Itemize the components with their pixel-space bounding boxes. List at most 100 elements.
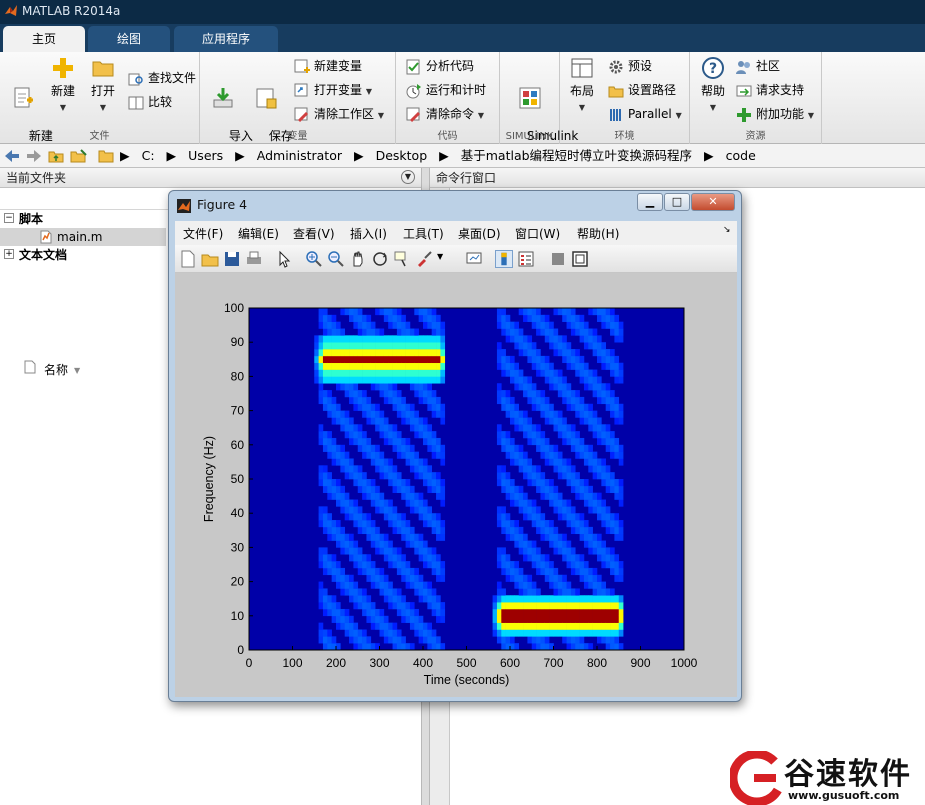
breadcrumb-item[interactable]: Users <box>188 148 223 163</box>
open-file-icon[interactable] <box>201 250 219 268</box>
heatmap-cell <box>349 342 354 350</box>
pan-hand-icon[interactable] <box>349 250 367 268</box>
heatmap-cell <box>597 437 602 446</box>
set-path-button[interactable]: 设置路径 <box>608 80 676 100</box>
save-icon[interactable] <box>223 250 241 268</box>
expand-icon[interactable]: + <box>4 249 14 259</box>
menu-help[interactable]: 帮助(H) <box>577 225 619 242</box>
close-button[interactable]: ✕ <box>691 193 735 211</box>
legend-icon[interactable] <box>517 250 535 268</box>
heatmap-cell <box>318 396 324 405</box>
pointer-icon[interactable] <box>275 250 293 268</box>
menu-window[interactable]: 窗口(W) <box>515 225 560 242</box>
menu-file[interactable]: 文件(F) <box>183 225 223 242</box>
tab-apps[interactable]: 应用程序 <box>174 26 278 52</box>
maximize-button[interactable]: □ <box>664 193 690 211</box>
zoom-out-icon[interactable] <box>327 250 345 268</box>
forward-arrow-icon[interactable] <box>26 149 42 163</box>
heatmap-cell <box>597 355 602 364</box>
heatmap-cell <box>349 335 354 343</box>
preferences-button[interactable]: 预设 <box>608 56 652 76</box>
heatmap-cell <box>505 526 511 535</box>
heatmap-cell <box>362 608 367 617</box>
community-button[interactable]: 社区 <box>736 56 780 76</box>
heatmap-cell <box>388 369 393 377</box>
add-ons-button[interactable]: 附加功能 ▼ <box>736 104 814 124</box>
heatmap-cell <box>562 355 567 364</box>
hide-plot-tools-icon[interactable] <box>549 250 567 268</box>
breadcrumb-item[interactable]: C: <box>142 148 155 163</box>
colorbar-icon[interactable] <box>495 250 513 268</box>
open-variable-button[interactable]: 打开变量 ▼ <box>294 80 372 100</box>
heatmap-cell <box>496 390 502 398</box>
heatmap-cell <box>496 396 502 405</box>
link-plot-icon[interactable] <box>465 250 483 268</box>
heatmap-cell <box>436 615 441 623</box>
heatmap-cell <box>396 547 402 555</box>
heatmap-cell <box>527 554 533 562</box>
heatmap-cell <box>523 581 528 589</box>
heatmap-cell <box>570 424 576 432</box>
heatmap-cell <box>388 458 393 466</box>
show-plot-tools-icon[interactable] <box>571 250 589 268</box>
help-button[interactable]: ? 帮助 ▼ <box>698 56 728 115</box>
tab-plots[interactable]: 绘图 <box>88 26 170 52</box>
tree-item-main-m[interactable]: main.m <box>0 228 166 246</box>
heatmap-cell <box>431 437 437 446</box>
back-arrow-icon[interactable] <box>4 149 20 163</box>
data-cursor-icon[interactable] <box>393 250 411 268</box>
up-folder-icon[interactable] <box>48 148 64 164</box>
heatmap-cell <box>523 629 528 637</box>
brush-icon[interactable] <box>415 250 433 268</box>
panel-actions-icon[interactable]: ▼ <box>401 170 415 184</box>
heatmap-cell <box>523 540 528 548</box>
heatmap-cell <box>383 383 389 391</box>
new-button[interactable]: 新建 ▼ <box>46 56 80 115</box>
menu-view[interactable]: 查看(V) <box>293 225 335 242</box>
heatmap-cell <box>518 458 524 466</box>
collapse-icon[interactable]: − <box>4 213 14 223</box>
heatmap-cell <box>597 595 602 603</box>
heatmap-cell <box>340 540 345 548</box>
heatmap-cell <box>510 321 515 329</box>
heatmap-cell <box>570 629 576 637</box>
spectrogram-plot[interactable]: 0 100 200 300 400 500 600 700 800 900 100001020304… <box>175 273 737 697</box>
browse-folder-icon[interactable] <box>70 148 88 164</box>
open-button[interactable]: 打开 ▼ <box>86 56 120 115</box>
heatmap-cell <box>436 437 441 446</box>
request-support-button[interactable]: 请求支持 <box>736 80 804 100</box>
breadcrumb-item[interactable]: Desktop <box>376 148 428 163</box>
menu-tools[interactable]: 工具(T) <box>403 225 444 242</box>
heatmap-cell <box>366 643 372 651</box>
print-icon[interactable] <box>245 250 263 268</box>
heatmap-cell <box>553 595 559 603</box>
analyze-code-button[interactable]: 分析代码 <box>406 56 474 76</box>
clear-workspace-button[interactable]: 清除工作区 ▼ <box>294 104 384 124</box>
breadcrumb-item[interactable]: code <box>726 148 756 163</box>
new-figure-icon[interactable] <box>179 250 197 268</box>
heatmap-cell <box>379 608 385 617</box>
heatmap-cell <box>601 615 606 623</box>
clear-commands-button[interactable]: 清除命令 ▼ <box>406 104 484 124</box>
breadcrumb-item[interactable]: 基于matlab编程短时傅立叶变换源码程序 <box>461 148 692 163</box>
minimize-button[interactable]: ▁ <box>637 193 663 211</box>
tab-home[interactable]: 主页 <box>3 26 85 52</box>
menu-insert[interactable]: 插入(I) <box>350 225 387 242</box>
heatmap-cell <box>592 581 598 589</box>
heatmap-cell <box>405 369 411 377</box>
run-and-time-button[interactable]: 运行和计时 <box>406 80 486 100</box>
new-variable-button[interactable]: 新建变量 <box>294 56 362 76</box>
heatmap-cell <box>357 567 363 576</box>
zoom-in-icon[interactable] <box>305 250 323 268</box>
compare-button[interactable]: 比较 <box>128 92 172 112</box>
menu-desktop[interactable]: 桌面(D) <box>458 225 501 242</box>
parallel-button[interactable]: Parallel ▼ <box>608 104 682 124</box>
menu-edit[interactable]: 编辑(E) <box>238 225 279 242</box>
rotate-3d-icon[interactable] <box>371 250 389 268</box>
heatmap-cell <box>353 314 359 322</box>
breadcrumb-item[interactable]: Administrator <box>257 148 342 163</box>
menu-dock-icon[interactable]: ↘ <box>723 225 731 235</box>
brush-dropdown-icon[interactable]: ▼ <box>437 252 443 261</box>
layout-button[interactable]: 布局 ▼ <box>566 56 598 115</box>
find-files-button[interactable]: 查找文件 <box>128 68 196 88</box>
